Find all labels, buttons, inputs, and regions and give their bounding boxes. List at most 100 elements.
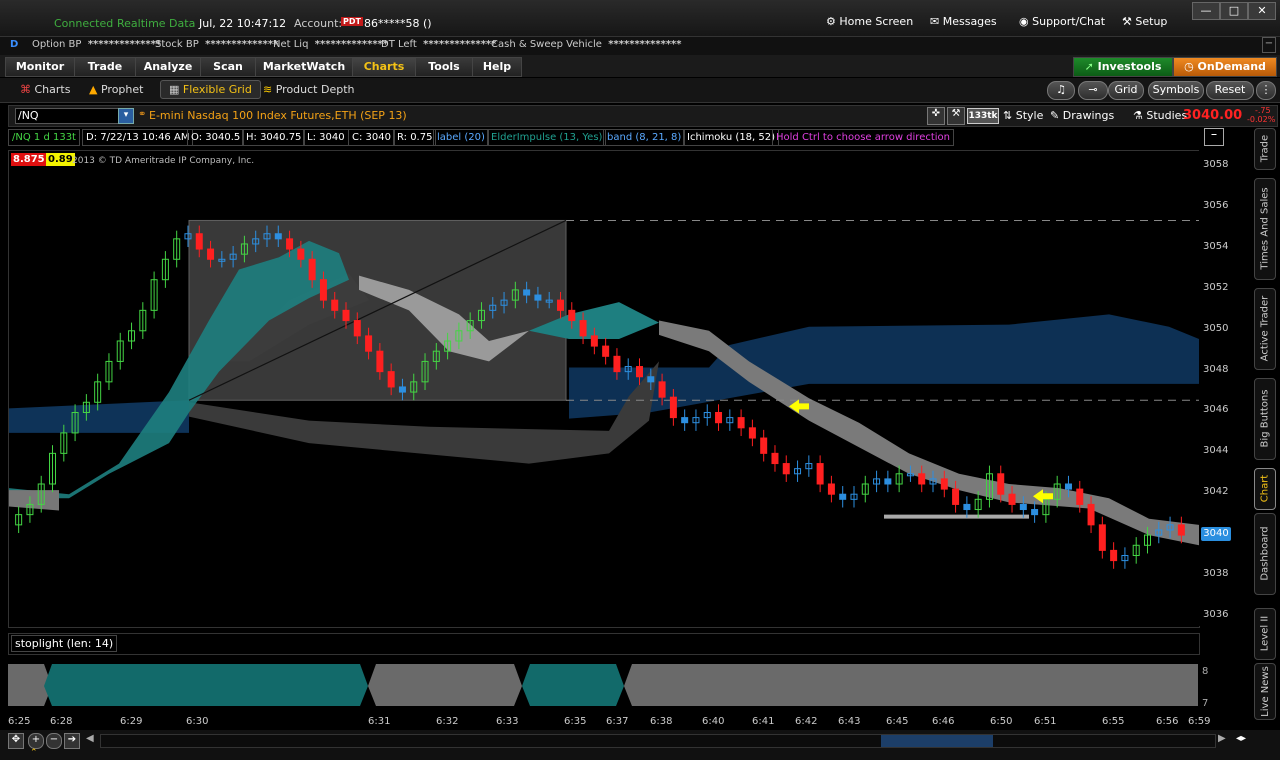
aggregation-button[interactable]: 133tk xyxy=(967,108,999,124)
subtab-charts[interactable]: ⌘ Charts xyxy=(20,83,70,96)
collapse-up-icon[interactable]: ⌃ xyxy=(30,748,44,758)
price-tick-label: 3036 xyxy=(1203,608,1229,620)
right-tab-trade[interactable]: Trade xyxy=(1254,128,1276,170)
investools-button[interactable]: ➚ Investools xyxy=(1073,57,1173,77)
right-tab-level-ii[interactable]: Level II xyxy=(1254,608,1276,660)
subtab-prophet[interactable]: ▲ Prophet xyxy=(89,83,143,96)
candle-body xyxy=(568,309,576,322)
candle-body xyxy=(1008,493,1016,505)
messages-button[interactable]: ✉ Messages xyxy=(930,15,997,28)
symbols-button[interactable]: Symbols xyxy=(1148,81,1204,100)
candle-body xyxy=(376,350,384,373)
stoplight-segment xyxy=(368,664,522,706)
right-tab-big-buttons[interactable]: Big Buttons xyxy=(1254,378,1276,460)
pan-icon[interactable]: ✥ xyxy=(8,733,24,749)
tab-trade[interactable]: Trade xyxy=(74,57,136,77)
candle-body xyxy=(918,473,926,485)
study-label-open: O: 3040.5 xyxy=(187,129,245,146)
time-scrollbar[interactable] xyxy=(100,734,1216,748)
stoplight-panel[interactable]: 8 7 xyxy=(8,656,1208,712)
wrench-tool-icon[interactable]: ⚒ xyxy=(947,107,965,125)
drawings-button[interactable]: ✎ Drawings xyxy=(1050,109,1114,122)
tab-monitor[interactable]: Monitor xyxy=(5,57,75,77)
time-tick-label: 6:37 xyxy=(606,716,629,727)
account-number[interactable]: 86*****58 () xyxy=(364,17,432,30)
charts-icon: ⌘ xyxy=(20,83,31,96)
clock: Jul, 22 10:47:12 xyxy=(199,17,287,30)
right-tab-label: Trade xyxy=(1259,134,1271,163)
time-tick-label: 6:50 xyxy=(990,716,1013,727)
study-label-low: L: 3040 xyxy=(303,129,349,146)
style-button[interactable]: ⇅ Style xyxy=(1003,109,1043,122)
close-button[interactable]: ✕ xyxy=(1248,2,1276,20)
subtab-product-depth[interactable]: ≋ Product Depth xyxy=(263,83,355,96)
study-label-ichimoku[interactable]: Ichimoku (18, 52) xyxy=(683,129,780,146)
candle-body xyxy=(365,335,373,352)
price-tick-label: 3044 xyxy=(1203,445,1229,457)
ondemand-icon: ◷ xyxy=(1184,60,1194,73)
reset-button[interactable]: Reset xyxy=(1206,81,1254,100)
expand-icon[interactable]: ◂▸ xyxy=(1236,733,1250,747)
subtab-flexible-grid[interactable]: ▦ Flexible Grid xyxy=(160,80,261,99)
support-chat-button[interactable]: ◉ Support/Chat xyxy=(1019,15,1105,28)
tab-tools[interactable]: Tools xyxy=(415,57,473,77)
study-label-band[interactable]: band (8, 21, 8) xyxy=(603,129,686,146)
headset-icon: ◉ xyxy=(1019,15,1029,28)
alert-bell-button[interactable]: ♫ xyxy=(1047,81,1075,100)
time-axis[interactable]: 6:25 6:28 6:29 6:30 6:31 6:32 6:33 6:35 6:37 6:38… xyxy=(8,714,1211,730)
arrow-right-icon[interactable]: ➔ xyxy=(64,733,80,749)
ondemand-button[interactable]: ◷ OnDemand xyxy=(1173,57,1277,77)
cash-sweep: Cash & Sweep Vehicle ************** xyxy=(491,39,682,50)
home-screen-button[interactable]: ⚙ Home Screen xyxy=(826,15,913,28)
collapse-icon[interactable]: − xyxy=(1262,37,1276,53)
time-tick-label: 6:59 xyxy=(1188,716,1211,727)
study-info-strip: /NQ 1 d 133t D: 7/22/13 10:46 AM O: 3040… xyxy=(8,128,1224,146)
study-label-elder[interactable]: ElderImpulse (13, Yes) xyxy=(487,129,607,146)
tab-help[interactable]: Help xyxy=(472,57,522,77)
tab-analyze[interactable]: Analyze xyxy=(135,57,201,77)
symbol-description: E-mini Nasdaq 100 Index Futures,ETH (SEP… xyxy=(149,109,407,122)
grid-button[interactable]: Grid xyxy=(1108,81,1144,100)
envelope-icon: ✉ xyxy=(930,15,940,28)
right-tab-chart[interactable]: Chart xyxy=(1254,468,1276,510)
link-button[interactable]: ⊸ xyxy=(1078,81,1108,100)
right-tab-label: Big Buttons xyxy=(1259,389,1271,448)
tab-marketwatch[interactable]: MarketWatch xyxy=(255,57,353,77)
right-tab-active-trader[interactable]: Active Trader xyxy=(1254,288,1276,370)
price-change: -.75 xyxy=(1255,106,1271,115)
pencil-icon: ✎ xyxy=(1050,109,1060,122)
minimize-button[interactable]: — xyxy=(1192,2,1220,20)
right-tab-live-news[interactable]: Live News xyxy=(1254,663,1276,720)
tab-charts[interactable]: Charts xyxy=(352,57,416,77)
right-tab-dashboard[interactable]: Dashboard xyxy=(1254,513,1276,595)
stoplight-label[interactable]: stoplight (len: 14) xyxy=(11,635,118,652)
candle-body xyxy=(207,248,215,260)
scroll-right-icon[interactable]: ▶ xyxy=(1218,733,1230,747)
right-tab-label: Times And Sales xyxy=(1259,187,1271,270)
zoom-out-icon[interactable]: − xyxy=(46,733,62,749)
symbol-input[interactable]: /NQ xyxy=(15,108,129,124)
price-axis[interactable]: 3058 3056 3054 3052 3050 3048 3046 3044 3042 3040… xyxy=(1199,150,1249,626)
time-tick-label: 6:30 xyxy=(186,716,209,727)
more-button[interactable]: ⋮ xyxy=(1256,81,1276,100)
price-chart[interactable]: 8.875 0.89 2013 © TD Ameritrade IP Compa… xyxy=(8,150,1200,628)
symbol-dropdown-icon[interactable]: ▾ xyxy=(118,108,134,124)
right-tab-times-and-sales[interactable]: Times And Sales xyxy=(1254,178,1276,280)
account-info-bar: D Option BP ************** Stock BP ****… xyxy=(0,36,1280,56)
crosshair-icon[interactable]: ✜ xyxy=(927,107,945,125)
setup-button[interactable]: ⚒ Setup xyxy=(1122,15,1167,28)
candle-body xyxy=(342,309,350,322)
link-chain-icon[interactable]: ⚭ xyxy=(138,109,146,120)
maximize-button[interactable]: □ xyxy=(1220,2,1248,20)
study-label-label[interactable]: label (20) xyxy=(433,129,489,146)
candle-body xyxy=(816,463,824,485)
time-tick-label: 6:38 xyxy=(650,716,673,727)
scroll-left-icon[interactable]: ◀ xyxy=(86,733,98,747)
tab-scan[interactable]: Scan xyxy=(200,57,256,77)
zoom-in-icon[interactable]: + xyxy=(28,733,44,749)
scrollbar-thumb[interactable] xyxy=(881,735,993,747)
chart-canvas[interactable] xyxy=(9,151,1199,627)
studies-button[interactable]: ⚗ Studies xyxy=(1133,109,1187,122)
chart-type-icon[interactable]: ⎯ xyxy=(1204,128,1224,146)
info-badge[interactable]: D xyxy=(10,39,18,50)
